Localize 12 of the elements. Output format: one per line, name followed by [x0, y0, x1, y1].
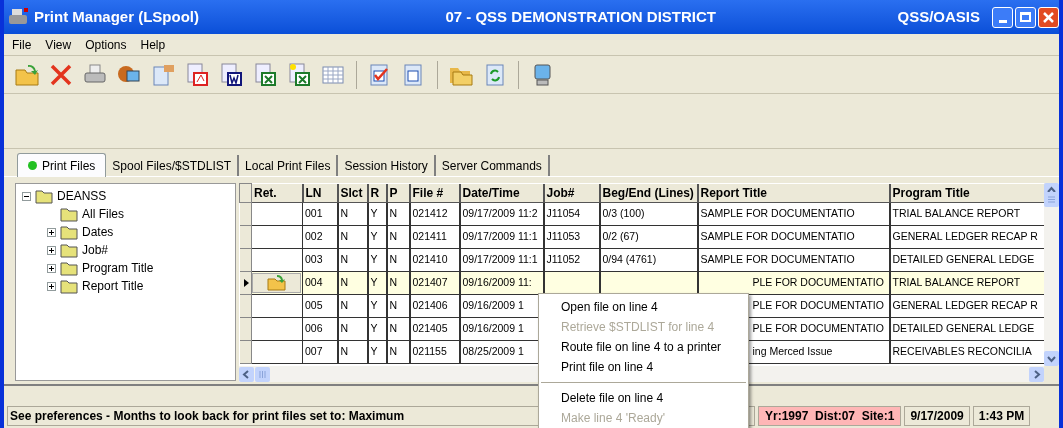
table-cell: 007	[302, 340, 338, 363]
menu-item: Make line 4 'Ready'	[560, 410, 666, 427]
district-title: 07 - QSS DEMONSTRATION DISTRICT	[444, 6, 717, 27]
product-name: QSS/OASIS	[897, 6, 980, 27]
status-date: 9/17/2009	[904, 406, 970, 426]
table-cell: N	[337, 340, 368, 363]
table-cell: Y	[367, 340, 387, 363]
table-cell: 021155	[409, 340, 460, 363]
site-info: Yr:1997 Dist:07 Site:1	[758, 406, 902, 426]
status-time: 1:43 PM	[972, 406, 1031, 426]
table-cell: N	[386, 340, 410, 363]
window-title: Print Manager (LSpool)	[34, 6, 200, 27]
